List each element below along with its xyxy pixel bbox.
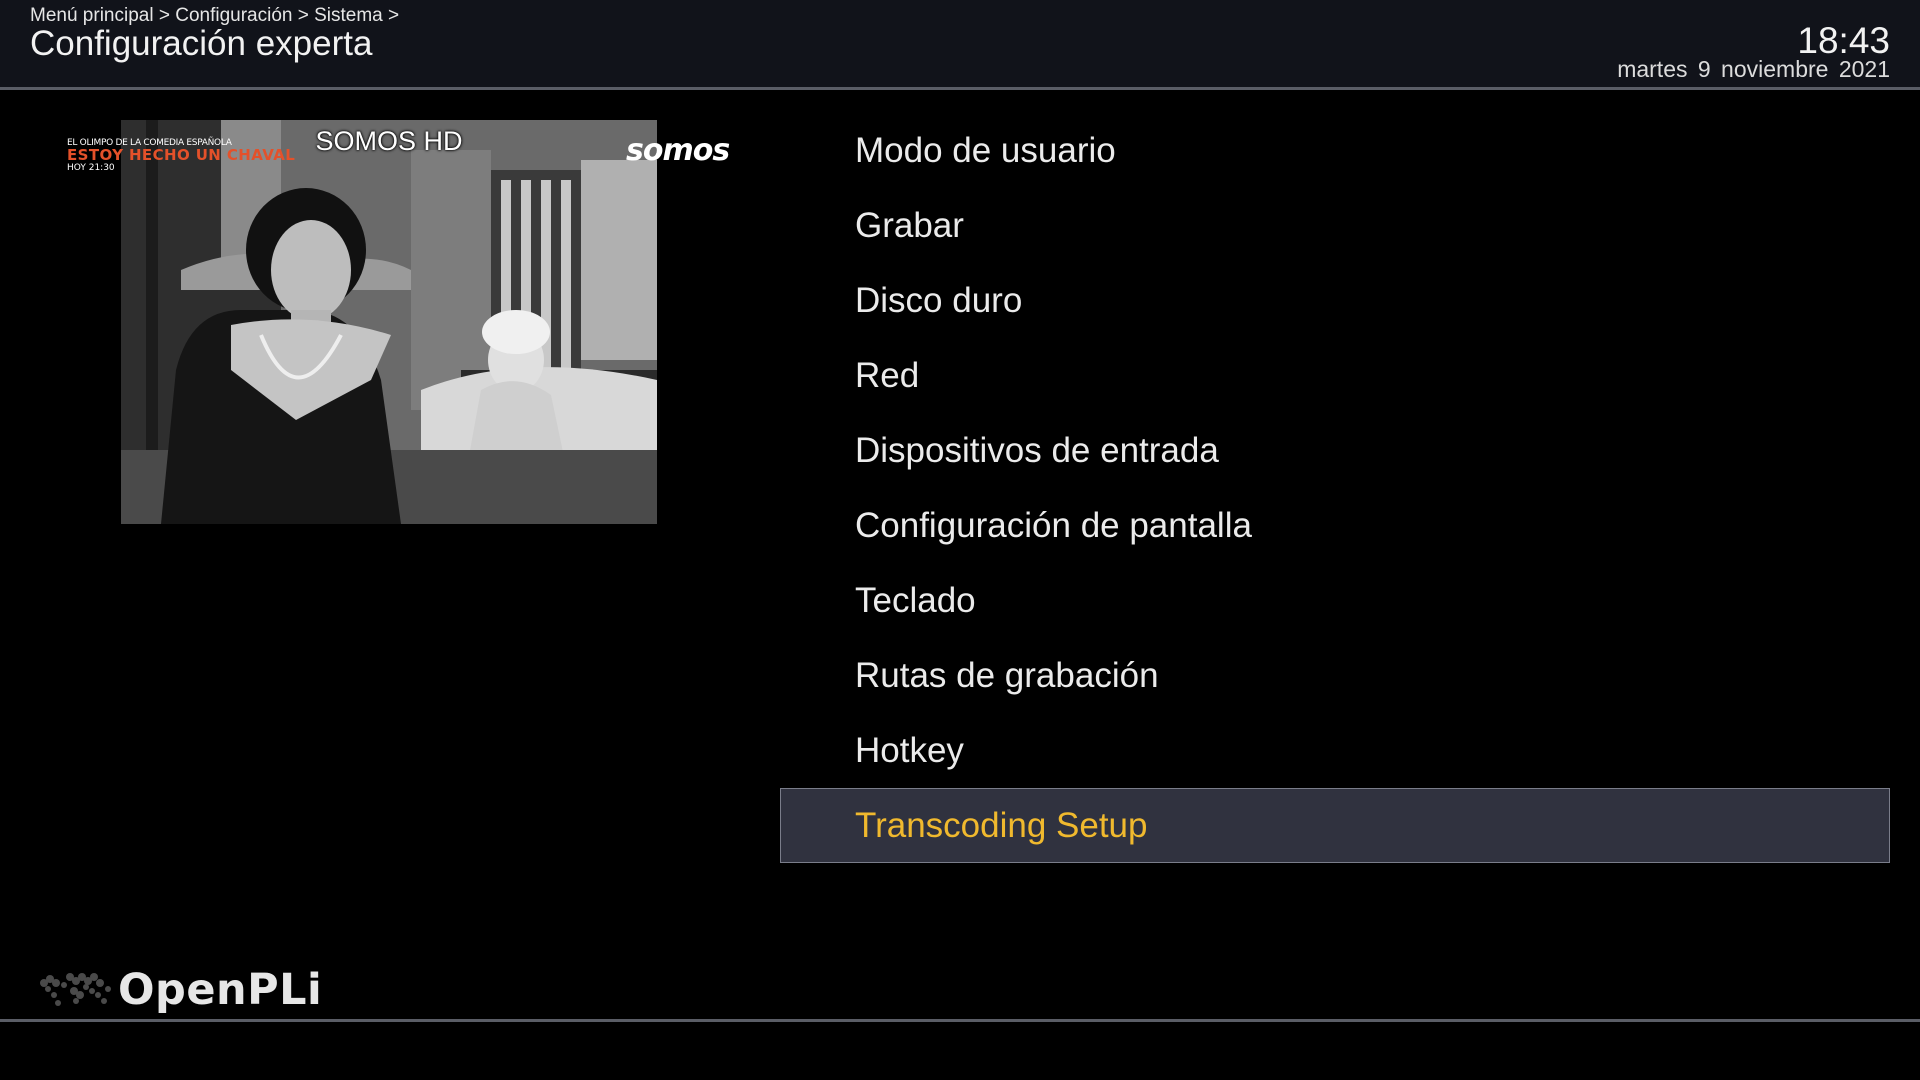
menu-item-user-mode[interactable]: Modo de usuario	[780, 113, 1890, 188]
promo-time: HOY 21:30	[67, 163, 115, 174]
menu-item-input-devices[interactable]: Dispositivos de entrada	[780, 413, 1890, 488]
date-label: martes 9 noviembre 2021	[1617, 56, 1890, 82]
brand-name: OpenPLi	[118, 965, 323, 1015]
menu-item-hotkey[interactable]: Hotkey	[780, 713, 1890, 788]
world-map-icon	[40, 973, 111, 1006]
menu-item-keyboard[interactable]: Teclado	[780, 563, 1890, 638]
openpli-logo: OpenPLi	[34, 965, 322, 1015]
tv-preview: SOMOS HD	[121, 120, 657, 524]
promo-title: ESTOY HECHO UN CHAVAL	[67, 146, 296, 165]
header-bar: Menú principal > Configuración > Sistema…	[0, 0, 1920, 90]
tv-preview-image	[121, 120, 657, 524]
channel-logo: somos	[626, 133, 730, 168]
footer-divider	[0, 1019, 1920, 1022]
page-title: Configuración experta	[30, 24, 373, 63]
menu-item-display-settings[interactable]: Configuración de pantalla	[780, 488, 1890, 563]
menu-item-record[interactable]: Grabar	[780, 188, 1890, 263]
menu-item-hard-disk[interactable]: Disco duro	[780, 263, 1890, 338]
promo-overlay: EL OLIMPO DE LA COMEDIA ESPAÑOLA ESTOY H…	[67, 138, 296, 174]
menu-item-network[interactable]: Red	[780, 338, 1890, 413]
settings-menu: Modo de usuario Grabar Disco duro Red Di…	[780, 113, 1890, 863]
menu-item-transcoding-setup[interactable]: Transcoding Setup	[780, 788, 1890, 863]
menu-item-recording-paths[interactable]: Rutas de grabación	[780, 638, 1890, 713]
